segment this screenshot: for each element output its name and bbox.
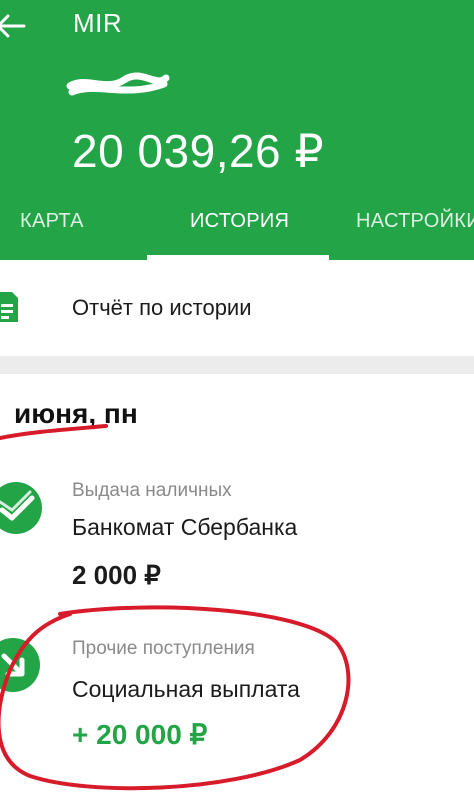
card-header: MIR 20 039,26 ₽ КАРТА ИСТОРИЯ НАСТРОЙКИ [0, 0, 474, 260]
section-divider [0, 356, 474, 374]
back-arrow-icon[interactable] [0, 6, 30, 46]
sberbank-logo-icon [0, 482, 42, 534]
redaction-scribble [66, 72, 170, 96]
report-row[interactable]: Отчёт по истории [0, 262, 474, 356]
card-balance: 20 039,26 ₽ [72, 125, 325, 177]
active-tab-indicator [147, 255, 329, 260]
tab-card[interactable]: КАРТА [20, 210, 84, 233]
red-underline-annotation [0, 424, 108, 440]
transaction-category: Прочие поступления [72, 638, 255, 659]
card-name: MIR [73, 8, 123, 38]
document-icon [0, 292, 18, 322]
transaction-category: Выдача наличных [72, 480, 232, 501]
transaction-title: Социальная выплата [72, 676, 300, 702]
transaction-title: Банкомат Сбербанка [72, 514, 298, 540]
report-label: Отчёт по истории [72, 295, 252, 320]
transaction-amount: + 20 000 ₽ [72, 719, 208, 750]
transaction-amount: 2 000 ₽ [72, 560, 161, 590]
tab-history[interactable]: ИСТОРИЯ [190, 210, 289, 233]
tab-settings[interactable]: НАСТРОЙКИ [356, 210, 474, 233]
incoming-arrow-icon [0, 638, 40, 692]
